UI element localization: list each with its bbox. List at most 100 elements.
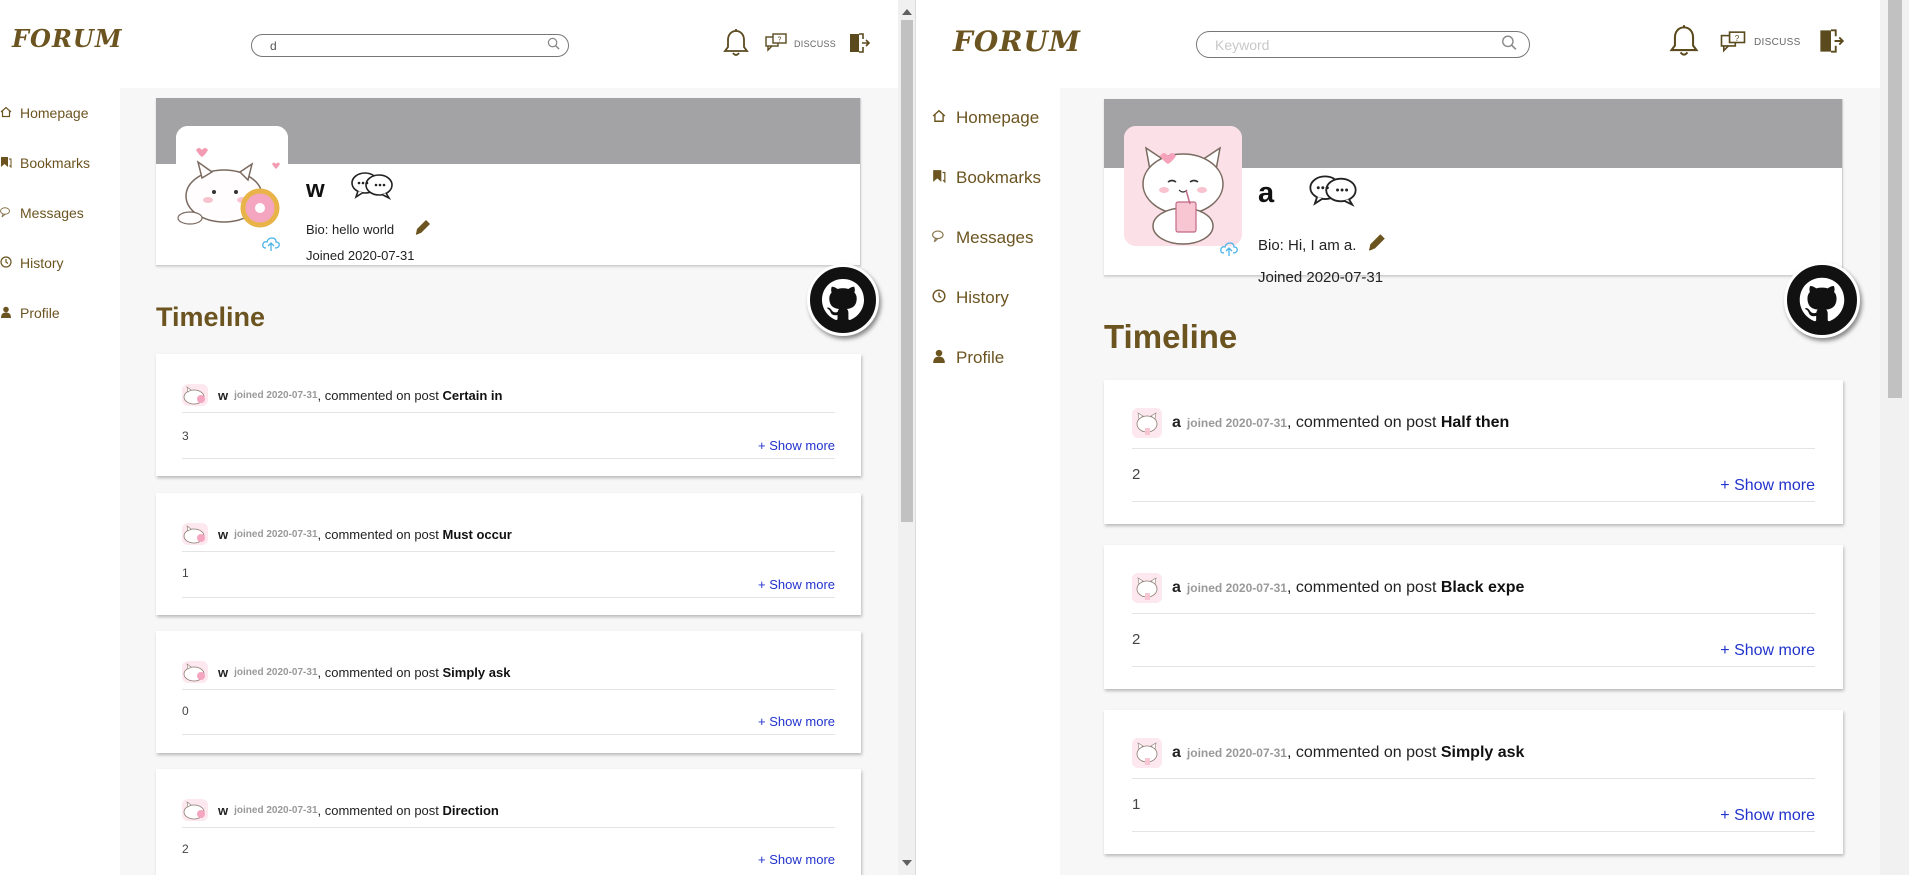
sidebar-item-profile[interactable]: Profile bbox=[0, 301, 120, 325]
entry-action: , commented on post bbox=[1286, 579, 1441, 596]
divider bbox=[1132, 666, 1815, 667]
show-more-link[interactable]: + Show more bbox=[758, 577, 835, 592]
sidebar-item-messages[interactable]: Messages bbox=[932, 225, 1060, 251]
discuss-icon[interactable]: ? bbox=[1720, 31, 1746, 59]
entry-author[interactable]: w bbox=[218, 527, 228, 542]
logout-icon[interactable] bbox=[848, 32, 871, 59]
scroll-thumb[interactable] bbox=[1888, 0, 1902, 398]
scroll-up-arrow[interactable] bbox=[902, 9, 912, 15]
send-message-icon[interactable] bbox=[1307, 173, 1359, 212]
scroll-thumb[interactable] bbox=[901, 20, 913, 522]
forum-logo[interactable]: FORUM bbox=[953, 25, 1081, 58]
entry-post-link[interactable]: Black expe bbox=[1441, 579, 1525, 597]
chat-icon bbox=[0, 205, 20, 221]
entry-content: 1 bbox=[1132, 796, 1141, 813]
home-icon bbox=[932, 108, 956, 128]
entry-action: , commented on post bbox=[317, 802, 443, 818]
sidebar-item-label: Profile bbox=[956, 348, 1005, 367]
sidebar: Homepage Bookmarks Messages History Prof… bbox=[917, 88, 1060, 875]
sidebar-item-bookmarks[interactable]: Bookmarks bbox=[932, 165, 1060, 191]
sidebar-item-label: Messages bbox=[20, 205, 84, 221]
entry-content: 2 bbox=[1132, 631, 1141, 648]
entry-author[interactable]: w bbox=[218, 665, 228, 680]
search-box[interactable] bbox=[1196, 31, 1530, 58]
sidebar-item-homepage[interactable]: Homepage bbox=[932, 105, 1060, 131]
upload-avatar-icon[interactable] bbox=[262, 236, 280, 257]
show-more-link[interactable]: + Show more bbox=[758, 852, 835, 867]
profile-card: a Bio: Hi, I am a. Joined 2020-07-31 bbox=[1104, 99, 1843, 286]
entry-action: , commented on post bbox=[317, 387, 443, 403]
sidebar-item-profile[interactable]: Profile bbox=[932, 345, 1060, 371]
entry-content: 1 bbox=[182, 566, 189, 580]
sidebar-item-bookmarks[interactable]: Bookmarks bbox=[0, 151, 120, 175]
entry-post-link[interactable]: Half then bbox=[1441, 414, 1509, 432]
bell-icon[interactable] bbox=[723, 28, 749, 63]
profile-joined: Joined 2020-07-31 bbox=[306, 248, 415, 263]
divider bbox=[182, 551, 835, 552]
entry-post-link[interactable]: Must occur bbox=[443, 527, 512, 542]
entry-avatar bbox=[1132, 408, 1162, 438]
logout-icon[interactable] bbox=[1818, 28, 1845, 59]
entry-author[interactable]: a bbox=[1172, 579, 1181, 597]
profile-bio: Bio: hello world bbox=[306, 222, 395, 237]
left-scrollbar[interactable] bbox=[898, 0, 915, 875]
forum-logo[interactable]: FORUM bbox=[12, 24, 122, 53]
entry-author[interactable]: a bbox=[1172, 744, 1181, 762]
send-message-icon[interactable] bbox=[350, 170, 394, 205]
show-more-link[interactable]: + Show more bbox=[758, 714, 835, 729]
divider bbox=[182, 734, 835, 735]
search-icon[interactable] bbox=[1501, 34, 1517, 55]
clock-icon bbox=[932, 288, 956, 308]
discuss-label[interactable]: DISCUSS bbox=[794, 39, 836, 49]
sidebar-item-label: History bbox=[20, 255, 64, 271]
profile-joined: Joined 2020-07-31 bbox=[1258, 269, 1384, 286]
timeline-entry: a joined 2020-07-31 , commented on post … bbox=[1104, 380, 1843, 524]
discuss-icon[interactable]: ? bbox=[765, 33, 787, 58]
search-box[interactable] bbox=[251, 34, 569, 57]
bell-icon[interactable] bbox=[1669, 24, 1699, 63]
entry-content: 3 bbox=[182, 429, 189, 443]
entry-avatar bbox=[182, 384, 208, 406]
sidebar-item-messages[interactable]: Messages bbox=[0, 201, 120, 225]
entry-post-link[interactable]: Simply ask bbox=[1441, 744, 1525, 762]
entry-joined: joined 2020-07-31 bbox=[234, 389, 318, 401]
search-input[interactable] bbox=[252, 35, 568, 56]
entry-author[interactable]: a bbox=[1172, 414, 1181, 432]
entry-post-link[interactable]: Certain in bbox=[443, 388, 503, 403]
scroll-down-arrow[interactable] bbox=[902, 860, 912, 866]
profile-card: w Bio: hello world Joined 2020-07-31 bbox=[156, 98, 861, 266]
entry-author[interactable]: w bbox=[218, 803, 228, 818]
show-more-link[interactable]: + Show more bbox=[758, 438, 835, 453]
search-input[interactable] bbox=[1197, 32, 1529, 57]
bookmark-icon bbox=[932, 168, 956, 188]
sidebar-item-label: Messages bbox=[956, 228, 1034, 247]
github-icon[interactable] bbox=[1784, 262, 1860, 338]
entry-avatar bbox=[182, 523, 208, 545]
divider bbox=[182, 597, 835, 598]
upload-avatar-icon[interactable] bbox=[1220, 241, 1238, 262]
sidebar-item-label: Bookmarks bbox=[20, 155, 91, 171]
sidebar-item-history[interactable]: History bbox=[0, 251, 120, 275]
github-icon[interactable] bbox=[807, 264, 879, 336]
timeline-entry: a joined 2020-07-31 , commented on post … bbox=[1104, 545, 1843, 689]
divider bbox=[1132, 831, 1815, 832]
entry-joined: joined 2020-07-31 bbox=[234, 804, 318, 816]
show-more-link[interactable]: + Show more bbox=[1720, 807, 1815, 825]
edit-bio-icon[interactable] bbox=[1367, 232, 1387, 257]
discuss-label[interactable]: DISCUSS bbox=[1754, 37, 1801, 48]
timeline-entry: w joined 2020-07-31 , commented on post … bbox=[156, 354, 861, 476]
entry-joined: joined 2020-07-31 bbox=[1186, 581, 1287, 595]
show-more-link[interactable]: + Show more bbox=[1720, 477, 1815, 495]
show-more-link[interactable]: + Show more bbox=[1720, 642, 1815, 660]
entry-post-link[interactable]: Simply ask bbox=[443, 665, 511, 680]
timeline-entry: a joined 2020-07-31 , commented on post … bbox=[1104, 710, 1843, 854]
sidebar-item-homepage[interactable]: Homepage bbox=[0, 101, 120, 125]
edit-bio-icon[interactable] bbox=[414, 218, 432, 241]
sidebar-item-history[interactable]: History bbox=[932, 285, 1060, 311]
divider bbox=[1132, 501, 1815, 502]
entry-post-link[interactable]: Direction bbox=[443, 803, 499, 818]
entry-author[interactable]: w bbox=[218, 388, 228, 403]
search-icon[interactable] bbox=[547, 37, 560, 55]
timeline-entry: w joined 2020-07-31 , commented on post … bbox=[156, 631, 861, 753]
right-scrollbar[interactable] bbox=[1880, 0, 1909, 875]
